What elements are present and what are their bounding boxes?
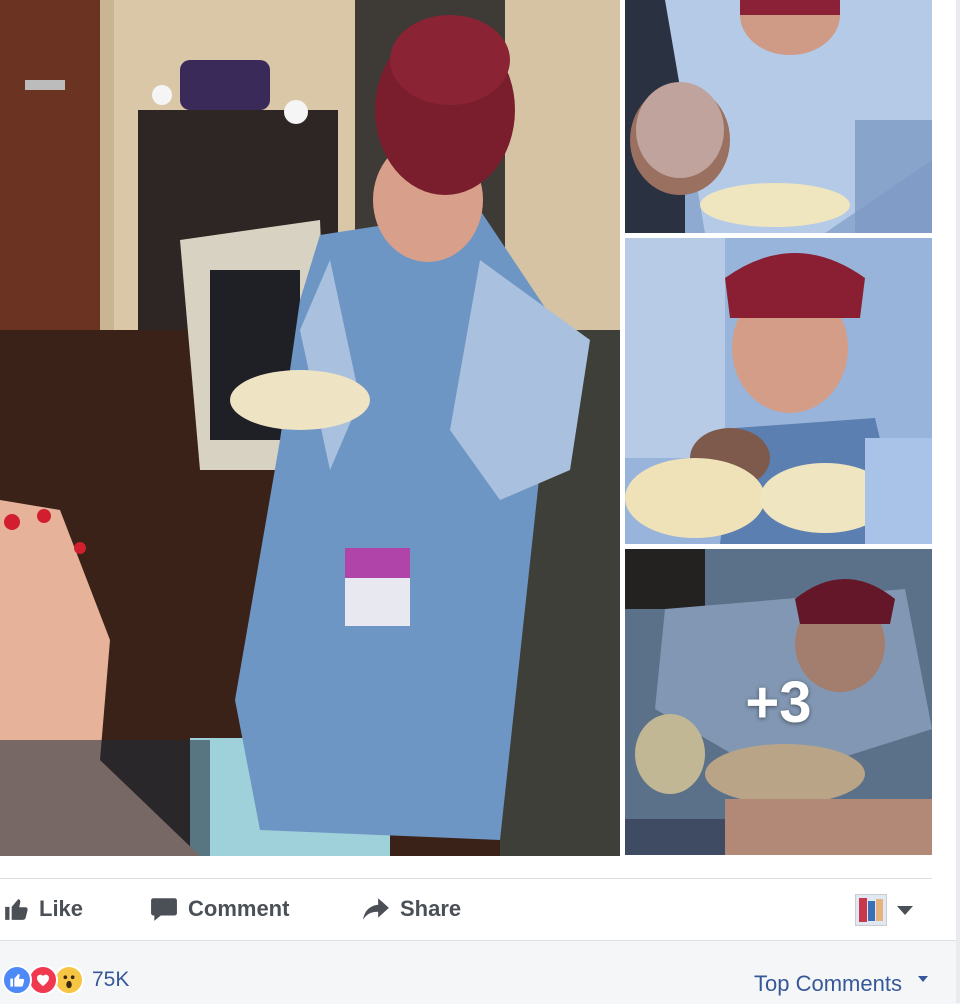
avatar-thumbnail-icon: [856, 895, 886, 925]
post-action-bar: Like Comment Share: [0, 880, 932, 938]
chevron-down-icon: [897, 905, 913, 915]
like-button[interactable]: Like: [3, 892, 83, 926]
top-comments-sort[interactable]: Top Comments: [754, 971, 902, 997]
share-arrow-icon: [363, 898, 389, 920]
action-bar-divider: [0, 878, 932, 879]
more-photos-overlay[interactable]: +3: [625, 549, 932, 855]
avatar: [855, 894, 887, 926]
heart-icon: [37, 974, 49, 986]
thumbnail-photo-3[interactable]: +3: [625, 549, 932, 855]
post-as-selector[interactable]: [855, 894, 913, 926]
main-photo-image: [0, 0, 620, 856]
share-button-label: Share: [400, 896, 462, 921]
post-photo-grid: +3: [0, 0, 932, 856]
comment-button-label: Comment: [188, 896, 290, 921]
main-photo[interactable]: [0, 0, 620, 856]
thumbnail-photo-1[interactable]: [625, 0, 932, 233]
thumbnail-photo-2[interactable]: [625, 238, 932, 544]
thumbnail-photo-1-image: [625, 0, 932, 233]
reaction-summary[interactable]: 75K: [2, 965, 129, 995]
thumbnail-photo-2-image: [625, 238, 932, 544]
wow-reaction-icon: [54, 965, 84, 995]
like-reaction-icon: [2, 965, 32, 995]
right-edge-divider: [956, 0, 960, 1003]
comment-bubble-icon: [151, 898, 177, 921]
reaction-count: 75K: [92, 968, 130, 991]
comment-button[interactable]: Comment: [150, 892, 289, 926]
thumbs-up-icon: [10, 974, 25, 987]
more-photos-count: +3: [745, 669, 812, 735]
sort-caret-icon[interactable]: [918, 976, 928, 982]
share-button[interactable]: Share: [362, 892, 461, 926]
thumbs-up-icon: [5, 899, 28, 920]
like-button-label: Like: [39, 896, 84, 921]
surprised-face-icon: [63, 975, 75, 989]
love-reaction-icon: [28, 965, 58, 995]
reactions-comments-area: 75K Top Comments: [0, 940, 960, 1004]
